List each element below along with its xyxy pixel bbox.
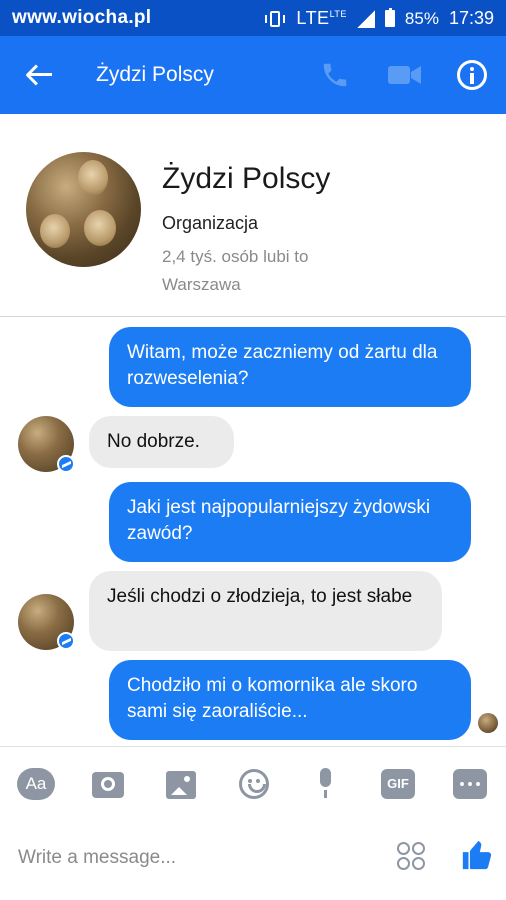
- status-icons: LTELTE 85% 17:39: [264, 8, 494, 29]
- more-options-icon[interactable]: [453, 769, 487, 799]
- conversation-title[interactable]: Żydzi Polscy: [96, 63, 214, 87]
- microphone-icon[interactable]: [316, 768, 334, 800]
- outgoing-message[interactable]: Jaki jest najpopularniejszy żydowski zaw…: [109, 482, 471, 562]
- profile-likes: 2,4 tyś. osób lubi to: [162, 247, 309, 266]
- messenger-badge-icon: [57, 632, 75, 650]
- profile-name: Żydzi Polscy: [162, 162, 331, 195]
- vibrate-icon: [264, 10, 286, 28]
- back-arrow-icon[interactable]: [24, 61, 54, 89]
- video-camera-icon[interactable]: [388, 64, 422, 86]
- incoming-message[interactable]: No dobrze.: [89, 416, 234, 468]
- thumbs-up-icon[interactable]: [460, 837, 494, 873]
- conversation-header: Żydzi Polscy: [0, 36, 506, 114]
- composer: [0, 820, 506, 900]
- emoji-icon[interactable]: [239, 769, 269, 799]
- status-bar: www.wiocha.pl LTELTE 85% 17:39: [0, 0, 506, 36]
- signal-icon: [356, 9, 375, 28]
- profile-photo[interactable]: [26, 152, 141, 267]
- battery-icon: [384, 8, 395, 27]
- gif-icon[interactable]: GIF: [381, 769, 415, 799]
- message-input[interactable]: [18, 842, 378, 874]
- messenger-badge-icon: [57, 455, 75, 473]
- gallery-icon[interactable]: [166, 771, 196, 799]
- profile-card: Żydzi Polscy Organizacja 2,4 tyś. osób l…: [0, 114, 506, 317]
- seen-indicator-avatar: [478, 713, 498, 733]
- profile-city: Warszawa: [162, 275, 241, 294]
- site-watermark: www.wiocha.pl: [12, 7, 152, 28]
- composer-toolbar: Aa GIF: [0, 746, 506, 820]
- outgoing-message[interactable]: Chodziło mi o komornika ale skoro sami s…: [109, 660, 471, 740]
- text-format-icon[interactable]: Aa: [17, 768, 55, 800]
- camera-icon[interactable]: [92, 772, 124, 798]
- incoming-message[interactable]: Jeśli chodzi o złodzieja, to jest słabe: [89, 571, 442, 651]
- outgoing-message[interactable]: Witam, może zaczniemy od żartu dla rozwe…: [109, 327, 471, 407]
- network-indicator: LTELTE: [296, 8, 347, 28]
- clock: 17:39: [448, 8, 494, 28]
- stickers-icon[interactable]: [395, 840, 429, 874]
- phone-icon[interactable]: [320, 60, 350, 90]
- battery-percent: 85%: [404, 8, 439, 28]
- info-icon[interactable]: [457, 60, 487, 90]
- profile-category: Organizacja: [162, 213, 259, 233]
